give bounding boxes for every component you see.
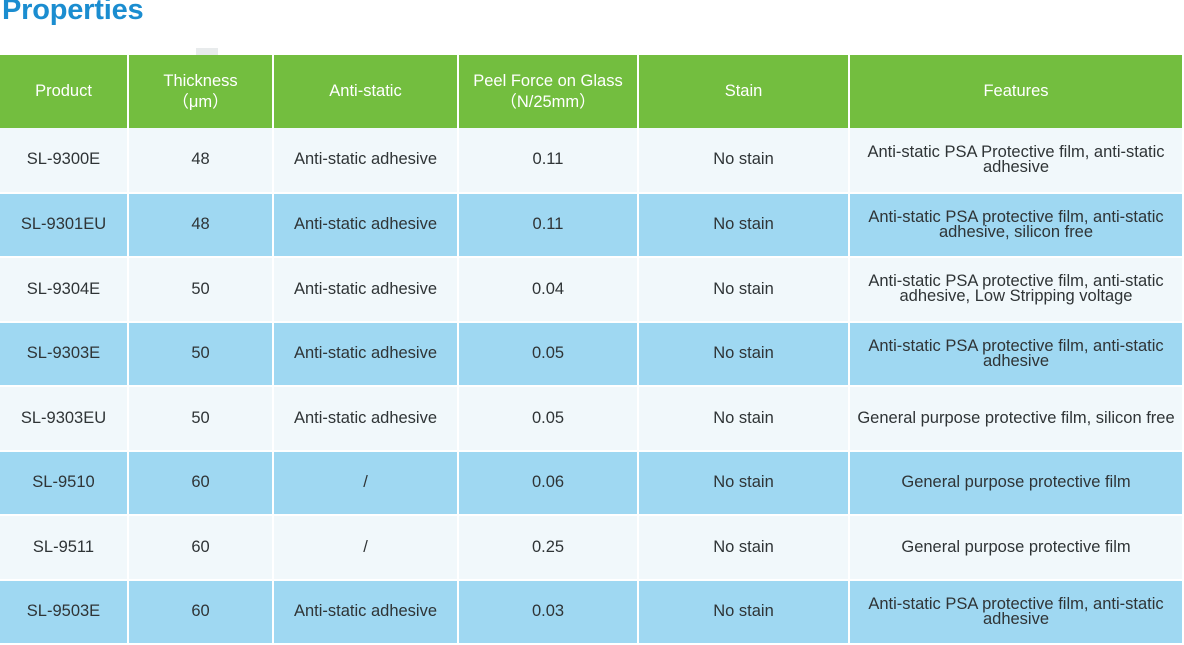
table-row: SL-9300E 48 Anti-static adhesive 0.11 No sta…: [0, 128, 1182, 194]
cell-stain: No stain: [638, 450, 850, 516]
cell-antistatic: Anti-static adhesive: [273, 386, 459, 452]
cell-product: SL-9300E: [0, 128, 129, 194]
column-header-thickness-unit: （μm）: [172, 92, 229, 111]
cell-antistatic: /: [273, 515, 459, 581]
column-header-features-label: Features: [983, 82, 1049, 100]
cell-stain: No stain: [638, 321, 850, 387]
cell-thickness: 48: [128, 128, 274, 194]
table-body: SL-9300E 48 Anti-static adhesive 0.11 No sta…: [0, 128, 1182, 645]
cell-peel: 0.03: [458, 579, 639, 645]
cell-thickness: 50: [128, 321, 274, 387]
cell-features: Anti-static PSA protective film, anti-st…: [849, 257, 1182, 323]
cell-stain: No stain: [638, 515, 850, 581]
table-row: SL-9303EU 50 Anti-static adhesive 0.05 No st…: [0, 386, 1182, 452]
column-header-features: Features: [849, 55, 1182, 128]
cell-thickness: 60: [128, 515, 274, 581]
cell-peel: 0.05: [458, 386, 639, 452]
cell-features: Anti-static PSA protective film, anti-st…: [849, 579, 1182, 645]
cell-features: General purpose protective film, silicon…: [849, 386, 1182, 452]
cell-antistatic: Anti-static adhesive: [273, 579, 459, 645]
cell-thickness: 48: [128, 192, 274, 258]
column-header-peel-force: Peel Force on Glass （N/25mm）: [458, 55, 639, 128]
cell-antistatic: Anti-static adhesive: [273, 257, 459, 323]
cell-peel: 0.05: [458, 321, 639, 387]
cell-peel: 0.04: [458, 257, 639, 323]
column-header-peel-force-unit: （N/25mm）: [500, 92, 596, 111]
cell-product: SL-9304E: [0, 257, 129, 323]
cell-product: SL-9301EU: [0, 192, 129, 258]
column-header-thickness-label: Thickness: [163, 71, 238, 90]
cell-peel: 0.25: [458, 515, 639, 581]
properties-page: Properties Product Thickness （μm） Anti-s…: [0, 0, 1184, 645]
cell-features: Anti-static PSA protective film, anti-st…: [849, 192, 1182, 258]
cell-stain: No stain: [638, 192, 850, 258]
table-header-row: Product Thickness （μm） Anti-static Peel …: [0, 55, 1182, 128]
table-row: SL-9511 60/0.25 No stain General purpose pr…: [0, 515, 1182, 581]
cell-features: Anti-static PSA Protective film, anti-st…: [849, 128, 1182, 194]
cell-peel: 0.11: [458, 128, 639, 194]
cell-stain: No stain: [638, 579, 850, 645]
column-header-stain: Stain: [638, 55, 850, 128]
cell-antistatic: Anti-static adhesive: [273, 321, 459, 387]
header-notch-decoration: [196, 48, 218, 55]
cell-features: General purpose protective film: [849, 515, 1182, 581]
cell-product: SL-9510: [0, 450, 129, 516]
cell-antistatic: Anti-static adhesive: [273, 192, 459, 258]
column-header-product-label: Product: [35, 82, 92, 100]
column-header-peel-force-label: Peel Force on Glass: [473, 71, 623, 90]
column-header-antistatic-label: Anti-static: [329, 82, 402, 100]
column-header-stain-label: Stain: [724, 82, 763, 100]
cell-peel: 0.06: [458, 450, 639, 516]
cell-thickness: 50: [128, 386, 274, 452]
table-row: SL-9510 60/0.06 No stain General purpose pr…: [0, 450, 1182, 516]
cell-stain: No stain: [638, 128, 850, 194]
cell-peel: 0.11: [458, 192, 639, 258]
table-row: SL-9303E 50 Anti-static adhesive 0.05 No sta…: [0, 321, 1182, 387]
cell-stain: No stain: [638, 257, 850, 323]
cell-product: SL-9511: [0, 515, 129, 581]
cell-antistatic: Anti-static adhesive: [273, 128, 459, 194]
cell-product: SL-9303E: [0, 321, 129, 387]
cell-features: General purpose protective film: [849, 450, 1182, 516]
properties-table: Product Thickness （μm） Anti-static Peel …: [0, 55, 1182, 645]
table-row: SL-9301EU 48 Anti-static adhesive 0.11 No st…: [0, 192, 1182, 258]
table-row: SL-9503E 60 Anti-static adhesive 0.03 No sta…: [0, 579, 1182, 645]
cell-product: SL-9503E: [0, 579, 129, 645]
table-header: Product Thickness （μm） Anti-static Peel …: [0, 55, 1182, 128]
cell-thickness: 60: [128, 450, 274, 516]
cell-features: Anti-static PSA protective film, anti-st…: [849, 321, 1182, 387]
table-row: SL-9304E 50 Anti-static adhesive 0.04 No sta…: [0, 257, 1182, 323]
column-header-product: Product: [0, 55, 129, 128]
cell-thickness: 60: [128, 579, 274, 645]
cell-stain: No stain: [638, 386, 850, 452]
column-header-thickness: Thickness （μm）: [128, 55, 274, 128]
cell-thickness: 50: [128, 257, 274, 323]
page-title: Properties: [2, 0, 144, 26]
column-header-antistatic: Anti-static: [273, 55, 459, 128]
cell-antistatic: /: [273, 450, 459, 516]
cell-product: SL-9303EU: [0, 386, 129, 452]
